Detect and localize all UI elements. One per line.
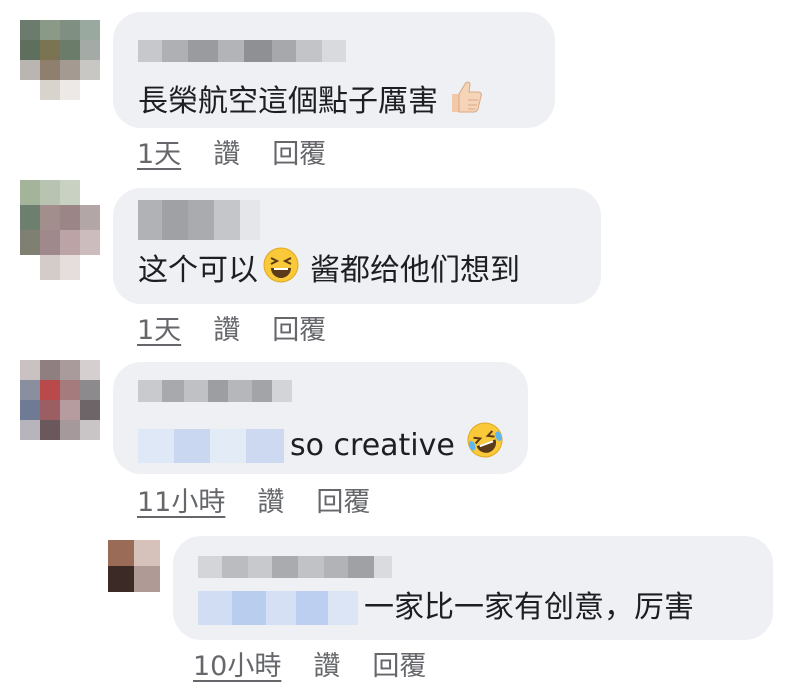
- avatar[interactable]: [108, 540, 160, 592]
- avatar[interactable]: [20, 20, 100, 100]
- comment-actions: 1天 讚 回覆: [137, 138, 326, 172]
- author-name[interactable]: [138, 40, 346, 62]
- like-button[interactable]: 讚: [213, 314, 240, 348]
- reply-button[interactable]: 回覆: [316, 486, 370, 520]
- timestamp-link[interactable]: 1天: [137, 138, 181, 172]
- avatar[interactable]: [20, 360, 100, 440]
- author-name[interactable]: [198, 556, 392, 578]
- comment-text-content: so creative: [290, 427, 455, 463]
- reply-button[interactable]: 回覆: [272, 314, 326, 348]
- comment-text-content-2: 酱都给他们想到: [310, 252, 520, 288]
- comment-actions: 1天 讚 回覆: [137, 314, 326, 348]
- mention-tag[interactable]: [138, 428, 284, 463]
- thumbs-up-icon: [444, 76, 484, 127]
- like-button[interactable]: 讚: [313, 650, 340, 684]
- comment-actions: 11小時 讚 回覆: [137, 486, 370, 520]
- reply-button[interactable]: 回覆: [372, 650, 426, 684]
- reply-button[interactable]: 回覆: [272, 138, 326, 172]
- comment-text: 这个可以 酱都给他们想到: [138, 246, 520, 295]
- rolling-on-floor-laughing-icon: [465, 420, 505, 471]
- like-button[interactable]: 讚: [213, 138, 240, 172]
- comment-text-content: 这个可以: [138, 252, 258, 288]
- timestamp-link[interactable]: 10小時: [193, 650, 281, 684]
- avatar[interactable]: [20, 180, 100, 280]
- timestamp-link[interactable]: 1天: [137, 314, 181, 348]
- comment-text: 一家比一家有创意，厉害: [198, 588, 694, 628]
- comment-text: so creative: [138, 420, 505, 471]
- grinning-squinting-face-icon: [262, 246, 300, 295]
- comment-actions: 10小時 讚 回覆: [193, 650, 426, 684]
- author-name[interactable]: [138, 380, 292, 402]
- mention-tag[interactable]: [198, 591, 358, 625]
- timestamp-link[interactable]: 11小時: [137, 486, 225, 520]
- like-button[interactable]: 讚: [257, 486, 284, 520]
- comment-text-content: 一家比一家有创意，厉害: [364, 590, 694, 625]
- comment-text-content: 長榮航空這個點子厲害: [138, 83, 438, 119]
- author-name[interactable]: [138, 200, 260, 240]
- comment-text: 長榮航空這個點子厲害: [138, 76, 484, 127]
